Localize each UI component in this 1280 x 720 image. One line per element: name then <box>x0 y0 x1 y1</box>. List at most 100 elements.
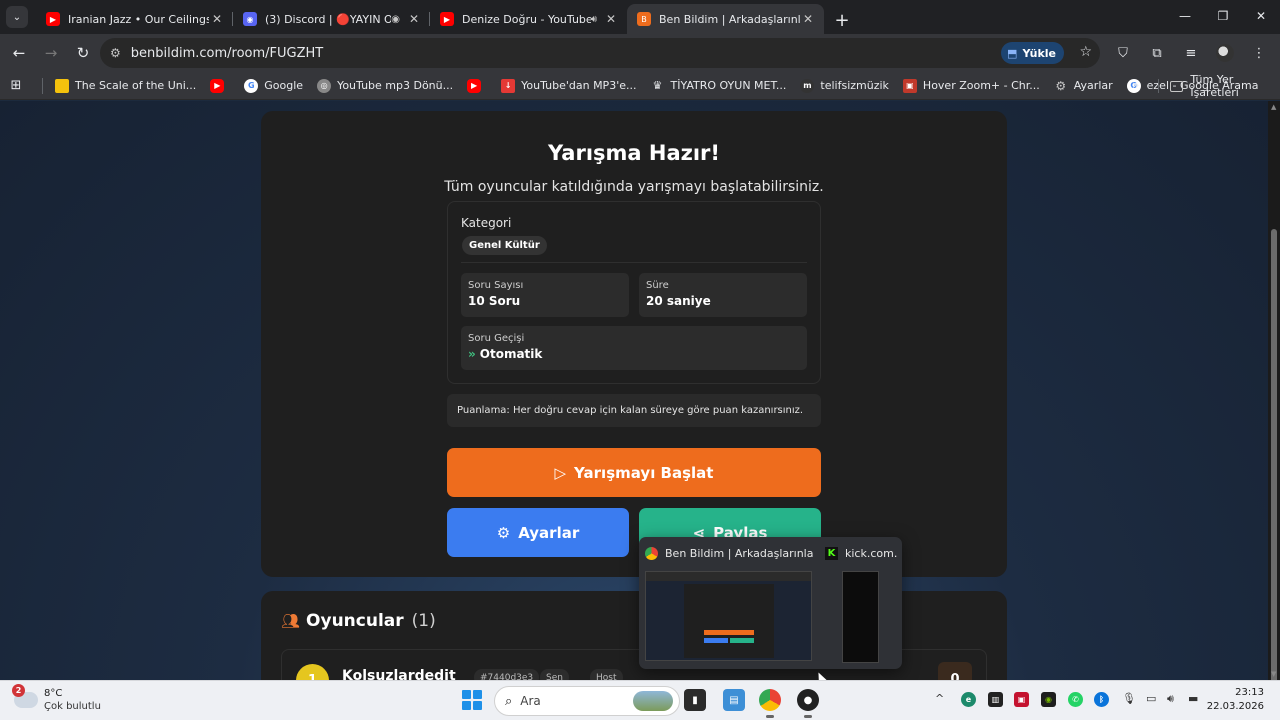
gear-icon: ⚙ <box>496 523 511 542</box>
bookmarks-overflow-icon[interactable]: » <box>1132 78 1139 92</box>
clock-date: 22.03.2026 <box>1206 701 1264 712</box>
category-label: Kategori <box>461 216 512 230</box>
widgets-app-icon[interactable]: ▤ <box>723 689 745 711</box>
site-info-icon[interactable]: ⚙ <box>110 46 121 60</box>
bookmark-item[interactable]: G Google <box>244 78 303 93</box>
bookmark-item[interactable]: m telifsizmüzik <box>800 78 889 93</box>
volume-icon[interactable]: 🔊︎ <box>1167 692 1174 706</box>
media-controls-icon[interactable]: ≡ <box>1176 38 1206 68</box>
preview-window-2-title[interactable]: K kick.com... <box>825 547 897 560</box>
bookmark-item[interactable]: ▶ <box>467 78 487 93</box>
weather-desc: Çok bulutlu <box>44 701 101 712</box>
chrome-icon <box>645 547 658 560</box>
speaker-icon[interactable]: 🔊︎ <box>591 14 597 25</box>
back-icon[interactable]: ← <box>4 38 34 68</box>
cloud-icon: 2 <box>12 684 38 708</box>
page-content: Yarışma Hazır! Tüm oyuncular katıldığınd… <box>0 101 1268 680</box>
new-tab-button[interactable]: + <box>828 6 856 34</box>
window-controls: — ❐ ✕ <box>1166 0 1280 32</box>
preview-window-1-title[interactable]: Ben Bildim | Arkadaşlarınla Online <box>645 547 815 560</box>
install-app-button[interactable]: ⬒ Yükle <box>1001 42 1064 64</box>
tray-nvidia-icon[interactable]: ◉ <box>1041 692 1056 707</box>
bookmark-item[interactable]: ↓ YouTube'dan MP3'e... <box>501 78 637 93</box>
weather-widget[interactable]: 2 8°C Çok bulutlu <box>12 684 101 713</box>
bookmark-label: The Scale of the Uni... <box>75 79 197 92</box>
address-bar[interactable]: ⚙ benbildim.com/room/FUGZHT ⬒ Yükle ☆ <box>100 38 1100 68</box>
menu-icon[interactable]: ⋮ <box>1244 38 1274 68</box>
tab-1[interactable]: ▶ Iranian Jazz • Our Ceilings Fell Apart… <box>36 4 233 34</box>
bookmark-star-icon[interactable]: ☆ <box>1079 44 1092 60</box>
tab-2[interactable]: ◉ (3) Discord | 🔴YAYIN ODASI ◉ ✕ <box>233 4 430 34</box>
bookmark-item[interactable]: ▶ <box>210 78 230 93</box>
preview-thumbnail-1[interactable] <box>645 571 812 661</box>
bluetooth-icon[interactable]: ᛒ <box>1094 692 1109 707</box>
scroll-down-icon[interactable]: ▼ <box>1271 670 1276 678</box>
url-text[interactable]: benbildim.com/room/FUGZHT <box>131 46 323 61</box>
microphone-icon[interactable]: 🎙︎ <box>1122 692 1136 705</box>
task-view-icon[interactable]: ▮ <box>684 689 706 711</box>
toolbar-actions: ⛉ ⧉ ≡ ⋮ <box>1108 38 1274 68</box>
tray-app-icon[interactable]: e <box>961 692 976 707</box>
close-tab-icon[interactable]: ✕ <box>406 12 422 26</box>
youtube-icon: ▶ <box>440 12 454 26</box>
bookmark-item[interactable]: ♛ TİYATRO OYUN MET... <box>650 79 787 93</box>
players-count: (1) <box>411 611 436 631</box>
chrome-taskbar-icon[interactable] <box>759 689 781 718</box>
bookmark-item[interactable]: ◎ YouTube mp3 Dönü... <box>317 78 453 93</box>
battery-icon[interactable]: ▬ <box>1188 692 1198 705</box>
taskbar-window-preview: Ben Bildim | Arkadaşlarınla Online K kic… <box>639 537 902 669</box>
tray-amd-icon[interactable]: ▣ <box>1014 692 1029 707</box>
obs-taskbar-icon[interactable]: ● <box>797 689 819 718</box>
reload-icon[interactable]: ↻ <box>68 38 98 68</box>
preview-thumbnail-2[interactable] <box>842 571 879 663</box>
tab-4-active[interactable]: B Ben Bildim | Arkadaşlarınla Online ✕ <box>627 4 824 34</box>
start-button[interactable] <box>462 690 482 710</box>
question-count-value: 10 Soru <box>468 294 521 308</box>
tab-3[interactable]: ▶ Denize Doğru - YouTube 🔊︎ ✕ <box>430 4 627 34</box>
settings-button[interactable]: ⚙ Ayarlar <box>447 508 629 557</box>
player-id-tag: #7440d3e3 <box>474 669 540 680</box>
close-tab-icon[interactable]: ✕ <box>209 12 225 26</box>
minimize-icon[interactable]: — <box>1166 0 1204 32</box>
question-count-box: Soru Sayısı 10 Soru <box>461 273 629 317</box>
player-score: 0 <box>938 662 972 680</box>
scrollbar-thumb[interactable] <box>1271 229 1277 719</box>
forward-icon[interactable]: → <box>36 38 66 68</box>
tray-whatsapp-icon[interactable]: ✆ <box>1068 692 1083 707</box>
windows-taskbar: 2 8°C Çok bulutlu ⌕ Ara ▮ ▤ ● ^ e ▥ ▣ ◉ … <box>0 680 1280 720</box>
download-icon: ↓ <box>501 78 516 93</box>
bookmark-item[interactable]: ⚙ Ayarlar <box>1054 78 1112 93</box>
tray-stats-icon[interactable]: ▥ <box>988 692 1003 707</box>
network-icon[interactable]: ▭ <box>1146 692 1156 705</box>
bookmark-yellow-icon <box>55 78 69 93</box>
restore-icon[interactable]: ❐ <box>1204 0 1242 32</box>
tab-title: (3) Discord | 🔴YAYIN ODASI <box>265 12 392 26</box>
clock-time: 23:13 <box>1235 687 1264 698</box>
bookmark-label: YouTube'dan MP3'e... <box>521 79 637 92</box>
page-scrollbar[interactable]: ▲ ▼ <box>1268 101 1280 719</box>
apps-grid-icon[interactable]: ⊞ <box>0 78 32 93</box>
bookmark-item[interactable]: The Scale of the Uni... <box>55 78 197 93</box>
folder-icon <box>1170 80 1184 92</box>
tab-search-button[interactable]: ⌄ <box>6 6 28 28</box>
taskbar-search[interactable]: ⌕ Ara <box>494 686 680 716</box>
gear-icon: ⚙ <box>1055 78 1067 93</box>
close-tab-icon[interactable]: ✕ <box>800 12 816 26</box>
all-bookmarks-button[interactable]: Tüm Yer İşaretleri <box>1158 72 1280 100</box>
shield-extension-icon[interactable]: ⛉ <box>1108 38 1138 68</box>
extensions-icon[interactable]: ⧉ <box>1142 38 1172 68</box>
system-clock[interactable]: 23:13 22.03.2026 <box>1207 686 1264 714</box>
profile-avatar[interactable] <box>1210 38 1240 68</box>
weather-temp: 8°C <box>44 688 63 699</box>
install-icon: ⬒ <box>1007 46 1018 60</box>
youtube-icon: ▶ <box>467 78 482 93</box>
play-icon: ▷ <box>554 463 567 482</box>
close-window-icon[interactable]: ✕ <box>1242 0 1280 32</box>
start-game-button[interactable]: ▷ Yarışmayı Başlat <box>447 448 821 497</box>
close-tab-icon[interactable]: ✕ <box>603 12 619 26</box>
scroll-up-icon[interactable]: ▲ <box>1271 103 1276 111</box>
tray-overflow-icon[interactable]: ^ <box>935 692 944 705</box>
tab-title: Ben Bildim | Arkadaşlarınla Online <box>659 12 800 26</box>
google-icon: G <box>244 78 259 93</box>
bookmark-item[interactable]: ▣ Hover Zoom+ - Chr... <box>902 78 1040 93</box>
